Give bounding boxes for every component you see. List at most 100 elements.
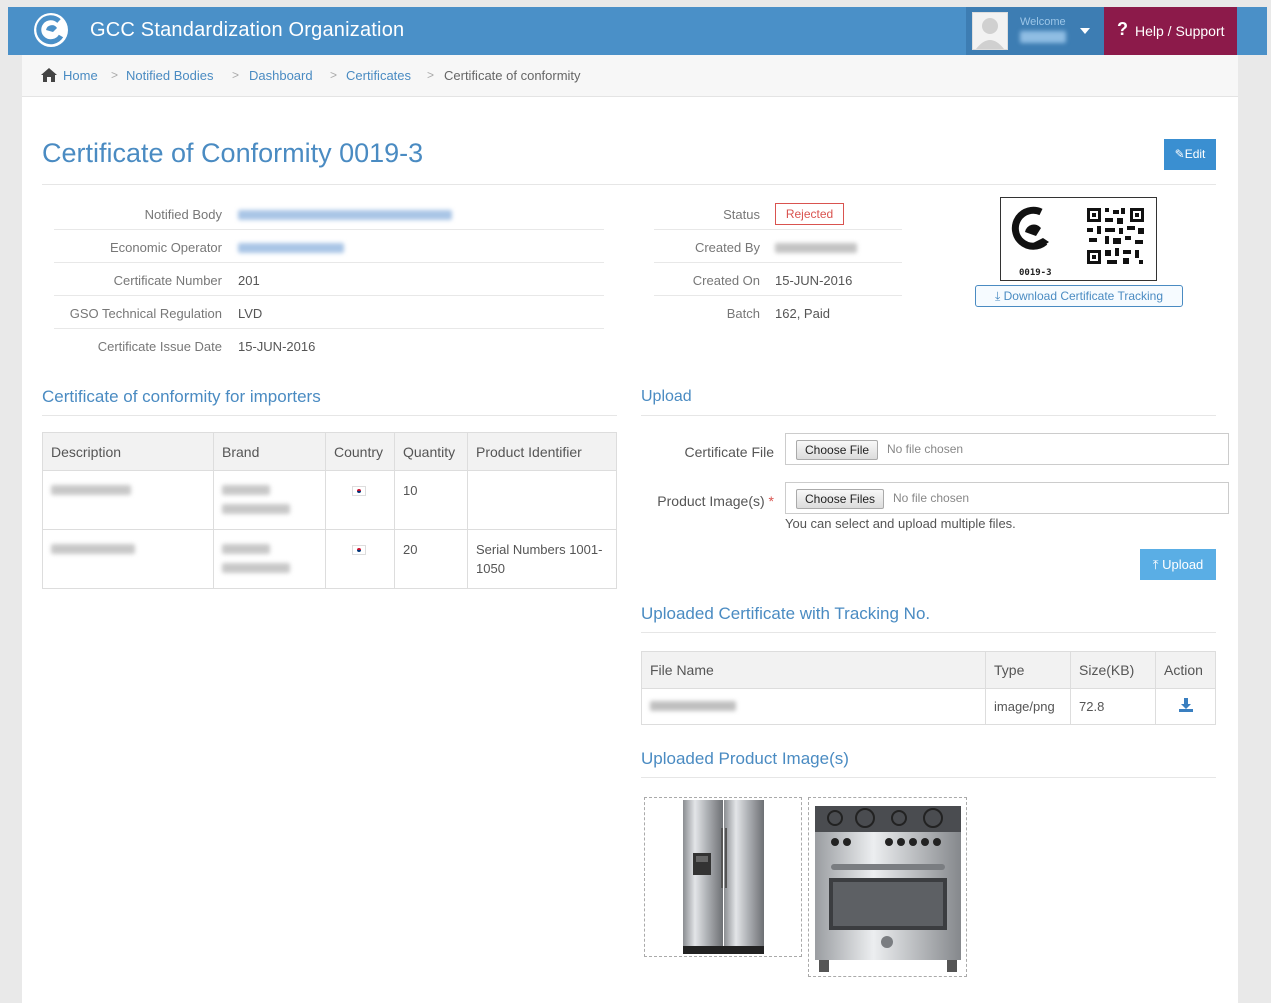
- table-row: 20 Serial Numbers 1001-1050: [42, 529, 617, 589]
- divider: [641, 632, 1216, 633]
- detail-technical-regulation: GSO Technical Regulation LVD: [54, 296, 604, 329]
- importers-section-title: Certificate of conformity for importers: [42, 387, 321, 406]
- upload-section-title: Upload: [641, 388, 692, 405]
- detail-label: Certificate Issue Date: [97, 339, 222, 354]
- table-row: image/png 72.8: [641, 688, 1216, 725]
- help-label: Help / Support: [1135, 23, 1225, 39]
- detail-value: 201: [238, 273, 260, 288]
- redacted-text: [222, 504, 290, 514]
- choose-file-button[interactable]: Choose File: [796, 440, 879, 460]
- detail-value-redacted: [775, 243, 857, 253]
- country-cell: [325, 470, 395, 530]
- table-row: 10: [42, 470, 617, 530]
- breadcrumb-home[interactable]: Home: [63, 68, 98, 83]
- detail-economic-operator: Economic Operator: [54, 230, 604, 263]
- identifier-cell: Serial Numbers 1001-1050: [467, 529, 617, 589]
- breadcrumb-separator: >: [427, 68, 435, 82]
- tracking-code: 0019-3: [1019, 268, 1052, 278]
- user-silhouette-icon: [976, 18, 1004, 49]
- detail-issue-date: Certificate Issue Date 15-JUN-2016: [54, 329, 604, 362]
- detail-label: Economic Operator: [110, 240, 222, 255]
- breadcrumb-separator: >: [232, 68, 240, 82]
- description-cell: [42, 529, 214, 589]
- detail-label: Created By: [694, 240, 760, 255]
- detail-batch: Batch 162, Paid: [654, 296, 902, 329]
- detail-created-by: Created By: [654, 230, 902, 263]
- no-file-text: No file chosen: [887, 442, 964, 456]
- type-cell: image/png: [985, 688, 1071, 725]
- product-images-label: Product Image(s) *: [642, 493, 774, 509]
- required-mark: *: [768, 493, 774, 509]
- detail-label: Batch: [726, 306, 760, 321]
- column-header: Description: [42, 432, 214, 471]
- file-name-cell[interactable]: [641, 688, 986, 725]
- detail-created-on: Created On 15-JUN-2016: [654, 263, 902, 296]
- korea-flag-icon: [352, 545, 366, 555]
- redacted-text: [222, 485, 270, 495]
- detail-value: 15-JUN-2016: [238, 339, 316, 354]
- choose-files-button[interactable]: Choose Files: [796, 489, 885, 509]
- tracking-code-image: 0019-3: [1000, 197, 1157, 281]
- size-cell: 72.8: [1070, 688, 1156, 725]
- detail-label: Created On: [692, 273, 760, 288]
- breadcrumb-dashboard[interactable]: Dashboard: [249, 68, 313, 83]
- column-header: File Name: [641, 651, 986, 689]
- product-image-refrigerator[interactable]: [644, 797, 802, 957]
- home-icon[interactable]: [40, 67, 58, 83]
- help-support-button[interactable]: ? Help / Support: [1104, 7, 1237, 55]
- gso-logo-icon: [34, 13, 68, 47]
- breadcrumb-separator: >: [330, 68, 338, 82]
- brand-cell: [213, 529, 326, 589]
- product-image-range-cooker[interactable]: [808, 797, 967, 977]
- uploaded-certificate-table: File Name Type Size(KB) Action image/png…: [641, 651, 1216, 725]
- product-images-title: Uploaded Product Image(s): [641, 749, 849, 768]
- breadcrumb: Home > Notified Bodies > Dashboard > Cer…: [22, 55, 1238, 97]
- download-icon: ⤓: [994, 289, 1001, 303]
- download-tracking-button[interactable]: ⤓ Download Certificate Tracking: [975, 285, 1183, 307]
- column-header: Product Identifier: [467, 432, 617, 471]
- detail-value: 162, Paid: [775, 306, 830, 321]
- detail-label: GSO Technical Regulation: [69, 306, 222, 321]
- detail-value-redacted: [238, 243, 344, 253]
- breadcrumb-notified-bodies[interactable]: Notified Bodies: [126, 68, 213, 83]
- column-header: Action: [1155, 651, 1216, 689]
- range-cooker-image: [815, 806, 961, 972]
- redacted-text: [650, 701, 736, 711]
- download-tracking-label: Download Certificate Tracking: [1003, 289, 1164, 303]
- caret-down-icon[interactable]: [1080, 28, 1090, 34]
- certificate-file-input[interactable]: Choose File No file chosen: [785, 433, 1229, 465]
- divider: [42, 184, 1216, 185]
- page-title: Certificate of Conformity 0019-3: [42, 138, 424, 168]
- top-bar: GCC Standardization Organization Welcome…: [8, 7, 1267, 55]
- detail-label: Certificate Number: [113, 273, 222, 288]
- brand-cell: [213, 470, 326, 530]
- pencil-icon: ✎: [1174, 147, 1185, 161]
- redacted-text: [51, 485, 131, 495]
- divider: [641, 415, 1216, 416]
- user-name: [1020, 31, 1066, 43]
- product-images-label-text: Product Image(s): [657, 493, 765, 509]
- multiple-files-help: You can select and upload multiple files…: [785, 516, 1016, 531]
- detail-label: Notified Body: [144, 207, 222, 222]
- korea-flag-icon: [352, 486, 366, 496]
- certificate-file-label: Certificate File: [684, 444, 774, 460]
- edit-button[interactable]: ✎Edit: [1164, 139, 1216, 170]
- download-icon[interactable]: [1178, 698, 1193, 712]
- user-menu[interactable]: Welcome: [966, 7, 1106, 55]
- product-images-input[interactable]: Choose Files No file chosen: [785, 482, 1229, 514]
- upload-button[interactable]: ⤒ Upload: [1140, 549, 1216, 580]
- description-cell: [42, 470, 214, 530]
- tracking-logo-qr-icon: [1011, 206, 1144, 264]
- redacted-text: [222, 563, 290, 573]
- breadcrumb-current: Certificate of conformity: [444, 68, 581, 83]
- app-title: GCC Standardization Organization: [90, 19, 405, 41]
- redacted-text: [51, 544, 135, 554]
- breadcrumb-certificates[interactable]: Certificates: [346, 68, 411, 83]
- detail-notified-body: Notified Body: [54, 197, 604, 230]
- content-panel: Home > Notified Bodies > Dashboard > Cer…: [22, 55, 1238, 1003]
- upload-label: Upload: [1162, 557, 1204, 572]
- country-cell: [325, 529, 395, 589]
- column-header: Size(KB): [1070, 651, 1156, 689]
- status-badge: Rejected: [775, 203, 844, 225]
- uploaded-certificate-title: Uploaded Certificate with Tracking No.: [641, 604, 931, 623]
